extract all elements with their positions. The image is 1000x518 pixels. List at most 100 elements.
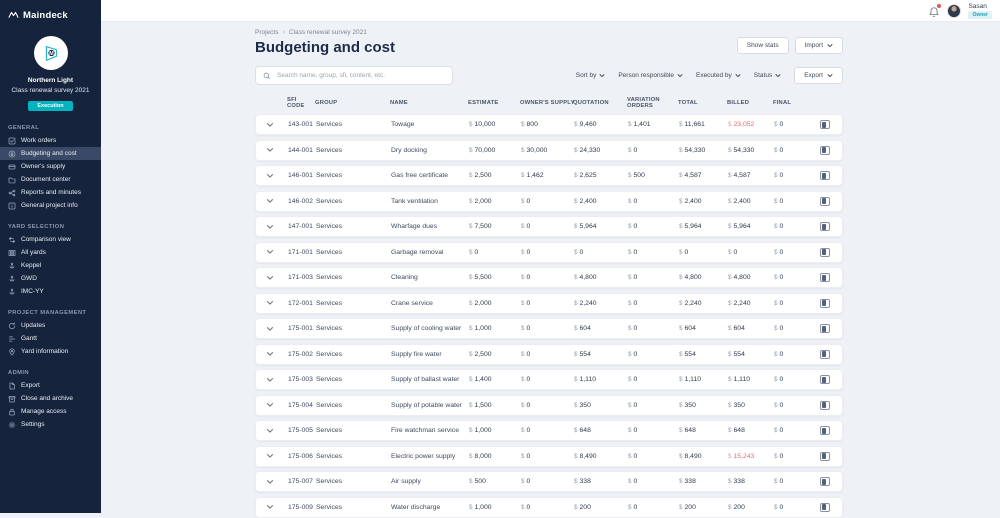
open-side-panel-icon[interactable]	[820, 375, 830, 384]
project-subtitle: Class renewal survey 2021	[0, 87, 101, 94]
row-expand-chevron-icon[interactable]	[264, 119, 276, 131]
row-expand-chevron-icon[interactable]	[264, 195, 276, 207]
open-side-panel-icon[interactable]	[820, 273, 830, 282]
gantt-icon	[8, 335, 16, 343]
row-expand-chevron-icon[interactable]	[264, 450, 276, 462]
billed-value: $648	[728, 427, 774, 434]
sidebar-item-gantt[interactable]: Gantt	[0, 332, 101, 345]
open-side-panel-icon[interactable]	[820, 171, 830, 180]
show-stats-button[interactable]: Show stats	[737, 37, 789, 54]
sidebar-item-close-and-archive[interactable]: Close and archive	[0, 392, 101, 405]
table-row[interactable]: 175-009ServicesWater discharge$1,000$0$2…	[255, 497, 843, 518]
open-side-panel-icon[interactable]	[820, 401, 830, 410]
item-name: Towage	[391, 121, 469, 128]
open-side-panel-icon[interactable]	[820, 299, 830, 308]
sidebar-item-reports-and-minutes[interactable]: Reports and minutes	[0, 186, 101, 199]
currency-symbol: $	[521, 121, 525, 128]
brand[interactable]: Maindeck	[0, 0, 101, 28]
sidebar-item-yard-information[interactable]: Yard information	[0, 345, 101, 358]
open-side-panel-icon[interactable]	[820, 324, 830, 333]
sidebar-section-label-yard-selection: YARD SELECTION	[0, 221, 101, 233]
row-expand-chevron-icon[interactable]	[264, 476, 276, 488]
table-row[interactable]: 175-004ServicesSupply of potable water$1…	[255, 395, 843, 416]
sidebar-item-owner-s-supply[interactable]: Owner's supply	[0, 160, 101, 173]
person-responsible-filter[interactable]: Person responsible	[618, 72, 683, 79]
search-box[interactable]	[255, 66, 453, 85]
open-side-panel-icon[interactable]	[820, 503, 830, 512]
notifications-bell-icon[interactable]	[928, 5, 940, 17]
estimate-value: $2,500	[469, 351, 521, 358]
row-expand-chevron-icon[interactable]	[264, 323, 276, 335]
table-row[interactable]: 175-005ServicesFire watchman service$1,0…	[255, 420, 843, 441]
row-expand-chevron-icon[interactable]	[264, 348, 276, 360]
open-side-panel-icon[interactable]	[820, 197, 830, 206]
table-row[interactable]: 172-001ServicesCrane service$2,000$0$2,2…	[255, 293, 843, 314]
sidebar-item-export[interactable]: Export	[0, 379, 101, 392]
sidebar-item-work-orders[interactable]: Work orders	[0, 134, 101, 147]
sfi-code: 175-002	[288, 351, 316, 358]
owners-supply-value: $0	[521, 478, 574, 485]
sidebar-item-comparison-view[interactable]: Comparison view	[0, 233, 101, 246]
breadcrumb-projects[interactable]: Projects	[255, 29, 278, 36]
table-row[interactable]: 175-007ServicesAir supply$500$0$338$0$33…	[255, 471, 843, 492]
table-row[interactable]: 175-003ServicesSupply of ballast water$1…	[255, 369, 843, 390]
sidebar-item-manage-access[interactable]: Manage access	[0, 405, 101, 418]
currency-symbol: $	[574, 249, 578, 256]
table-row[interactable]: 175-001ServicesSupply of cooling water$1…	[255, 318, 843, 339]
sort-by-filter[interactable]: Sort by	[576, 72, 606, 79]
estimate-value: $1,000	[469, 325, 521, 332]
estimate-value: $1,400	[469, 376, 521, 383]
search-input[interactable]	[277, 72, 445, 79]
work-orders-icon	[8, 137, 16, 145]
row-expand-chevron-icon[interactable]	[264, 374, 276, 386]
table-row[interactable]: 143-001ServicesTowage$10,000$800$9,460$1…	[255, 114, 843, 135]
sidebar-item-keppel[interactable]: Keppel	[0, 259, 101, 272]
sidebar-item-updates[interactable]: Updates	[0, 319, 101, 332]
sidebar-item-all-yards[interactable]: All yards	[0, 246, 101, 259]
export-button[interactable]: Export	[794, 67, 843, 84]
sidebar-item-label: Yard information	[21, 348, 68, 356]
open-side-panel-icon[interactable]	[820, 350, 830, 359]
sidebar-section-label-project-management: PROJECT MANAGEMENT	[0, 307, 101, 319]
open-side-panel-icon[interactable]	[820, 248, 830, 257]
row-expand-chevron-icon[interactable]	[264, 297, 276, 309]
open-side-panel-icon[interactable]	[820, 452, 830, 461]
table-row[interactable]: 144-001ServicesDry docking$70,000$30,000…	[255, 140, 843, 161]
sidebar-item-document-center[interactable]: Document center	[0, 173, 101, 186]
row-expand-chevron-icon[interactable]	[264, 144, 276, 156]
app-logo-text: Maindeck	[23, 10, 68, 21]
user-meta[interactable]: Sasan Owner	[968, 3, 992, 19]
group: Services	[316, 198, 391, 205]
executed-by-filter[interactable]: Executed by	[696, 72, 741, 79]
row-expand-chevron-icon[interactable]	[264, 272, 276, 284]
table-row[interactable]: 171-001ServicesGarbage removal$0$0$0$0$0…	[255, 242, 843, 263]
row-expand-chevron-icon[interactable]	[264, 425, 276, 437]
sidebar-item-budgeting-and-cost[interactable]: Budgeting and cost	[0, 147, 101, 160]
row-expand-chevron-icon[interactable]	[264, 501, 276, 513]
table-row[interactable]: 171-003ServicesCleaning$5,500$0$4,800$0$…	[255, 267, 843, 288]
table-row[interactable]: 147-001ServicesWharfage dues$7,500$0$5,9…	[255, 216, 843, 237]
import-button[interactable]: Import	[795, 37, 843, 54]
table-row[interactable]: 146-002ServicesTank ventilation$2,000$0$…	[255, 191, 843, 212]
row-expand-chevron-icon[interactable]	[264, 246, 276, 258]
status-filter[interactable]: Status	[754, 72, 781, 79]
currency-symbol: $	[469, 376, 473, 383]
sidebar-item-general-project-info[interactable]: General project info	[0, 199, 101, 212]
sidebar-item-settings[interactable]: Settings	[0, 418, 101, 431]
open-side-panel-icon[interactable]	[820, 120, 830, 129]
row-expand-chevron-icon[interactable]	[264, 170, 276, 182]
user-avatar[interactable]	[947, 4, 961, 18]
variation-orders-value: $0	[628, 504, 679, 511]
sidebar-item-gwd[interactable]: GWD	[0, 272, 101, 285]
open-side-panel-icon[interactable]	[820, 146, 830, 155]
table-row[interactable]: 175-006ServicesElectric power supply$8,0…	[255, 446, 843, 467]
row-expand-chevron-icon[interactable]	[264, 399, 276, 411]
table-row[interactable]: 175-002ServicesSupply fire water$2,500$0…	[255, 344, 843, 365]
open-side-panel-icon[interactable]	[820, 222, 830, 231]
row-expand-chevron-icon[interactable]	[264, 221, 276, 233]
open-side-panel-icon[interactable]	[820, 426, 830, 435]
table-row[interactable]: 146-001ServicesGas free certificate$2,50…	[255, 165, 843, 186]
sidebar-item-imc-yy[interactable]: IMC-YY	[0, 285, 101, 298]
document-center-icon	[8, 176, 16, 184]
open-side-panel-icon[interactable]	[820, 477, 830, 486]
